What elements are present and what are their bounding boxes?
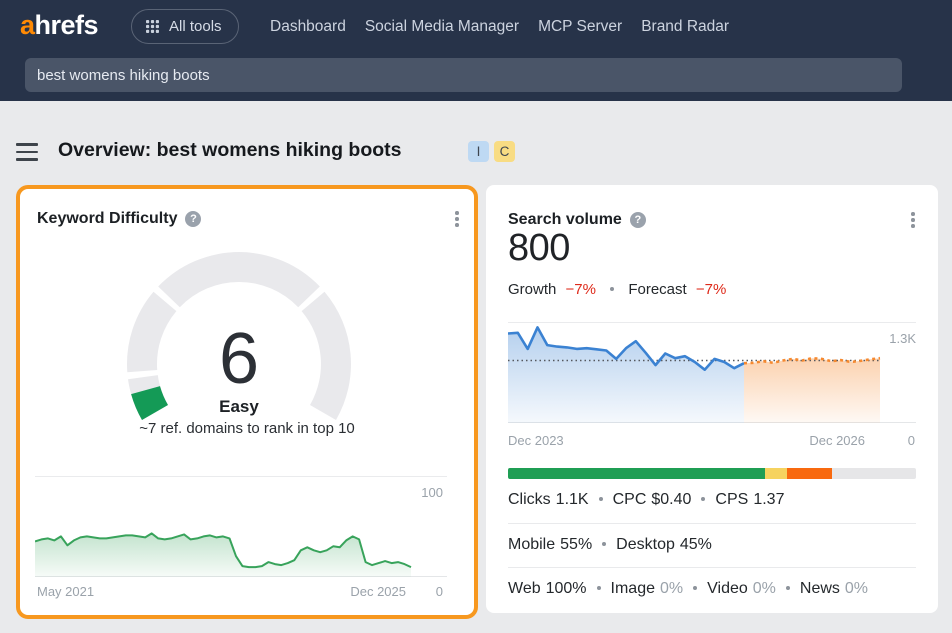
clicks-bar-segment [787, 468, 831, 479]
intent-badge-commercial[interactable]: C [494, 141, 515, 162]
menu-icon[interactable] [16, 143, 38, 162]
growth-label: Growth [508, 281, 556, 298]
clicks-stats-row: Clicks1.1K CPC$0.40 CPS1.37 [508, 491, 784, 509]
device-stats-row: Mobile55% Desktop45% [508, 536, 712, 554]
kd-score: 6 [139, 323, 339, 395]
search-volume-value: 800 [508, 227, 570, 270]
page-title: Overview: best womens hiking boots [58, 139, 402, 162]
sv-xstart-label: Dec 2023 [508, 433, 564, 448]
kebab-menu-icon[interactable] [908, 209, 918, 231]
clicks-bar-segment [508, 468, 765, 479]
stat-image: Image0% [611, 580, 684, 597]
help-icon[interactable]: ? [185, 211, 201, 227]
help-icon[interactable]: ? [630, 212, 646, 228]
stat-clicks: Clicks1.1K [508, 491, 589, 508]
kd-card-header: Keyword Difficulty ? [37, 208, 462, 230]
top-navbar: ahrefs All tools Dashboard Social Media M… [0, 0, 952, 101]
kd-history-chart[interactable] [35, 476, 447, 577]
stat-cps: CPS1.37 [715, 491, 784, 508]
bullet-separator [602, 542, 606, 546]
kd-xstart-label: May 2021 [37, 584, 94, 599]
kebab-menu-icon[interactable] [452, 208, 462, 230]
growth-forecast-row: Growth −7% Forecast −7% [508, 281, 726, 298]
sv-ymin-label: 0 [908, 433, 915, 448]
forecast-label: Forecast [628, 281, 686, 298]
stat-news: News0% [800, 580, 868, 597]
clicks-bar-segment [765, 468, 788, 479]
bullet-separator [786, 586, 790, 590]
kd-ymax-label: 100 [421, 485, 443, 500]
stat-video: Video0% [707, 580, 776, 597]
sv-ymax-label: 1.3K [889, 331, 916, 346]
nav-link-dashboard[interactable]: Dashboard [270, 18, 346, 36]
nav-link-brand-radar[interactable]: Brand Radar [641, 18, 729, 36]
search-volume-chart[interactable] [508, 322, 916, 423]
search-volume-card: Search volume ? 800 Growth −7% Forecast … [486, 185, 938, 613]
all-tools-button[interactable]: All tools [131, 9, 239, 44]
kd-rating-label: Easy [139, 397, 339, 417]
divider [508, 567, 916, 568]
bullet-separator [599, 497, 603, 501]
growth-value: −7% [566, 281, 596, 298]
keyword-difficulty-card: Keyword Difficulty ? 6 Easy ~7 ref. doma… [16, 185, 478, 619]
bullet-separator [701, 497, 705, 501]
forecast-value: −7% [696, 281, 726, 298]
keyword-search-input[interactable] [25, 58, 902, 92]
ahrefs-logo[interactable]: ahrefs [20, 10, 98, 41]
nav-link-social-media-manager[interactable]: Social Media Manager [365, 18, 519, 36]
grid-icon [145, 19, 160, 34]
bullet-separator [610, 287, 614, 291]
stat-desktop: Desktop45% [616, 536, 712, 553]
intent-badge-informational[interactable]: I [468, 141, 489, 162]
all-tools-label: All tools [169, 18, 222, 35]
serp-type-stats-row: Web100% Image0% Video0% News0% [508, 580, 868, 598]
clicks-distribution-bar[interactable] [508, 468, 916, 479]
stat-cpc: CPC$0.40 [613, 491, 692, 508]
logo-rest: hrefs [35, 10, 99, 40]
stat-web: Web100% [508, 580, 587, 597]
keyword-overview-screen: ahrefs All tools Dashboard Social Media M… [0, 0, 952, 633]
stat-mobile: Mobile55% [508, 536, 592, 553]
clicks-bar-segment [832, 468, 916, 479]
bullet-separator [693, 586, 697, 590]
kd-card-title: Keyword Difficulty [37, 210, 177, 228]
bullet-separator [597, 586, 601, 590]
divider [508, 523, 916, 524]
sv-xend-label: Dec 2026 [809, 433, 865, 448]
nav-link-mcp-server[interactable]: MCP Server [538, 18, 622, 36]
kd-ref-domains-text: ~7 ref. domains to rank in top 10 [20, 420, 474, 437]
kd-ymin-label: 0 [436, 584, 443, 599]
main-nav: Dashboard Social Media Manager MCP Server B… [270, 0, 729, 53]
kd-xend-label: Dec 2025 [350, 584, 406, 599]
logo-accent-letter: a [20, 10, 35, 40]
